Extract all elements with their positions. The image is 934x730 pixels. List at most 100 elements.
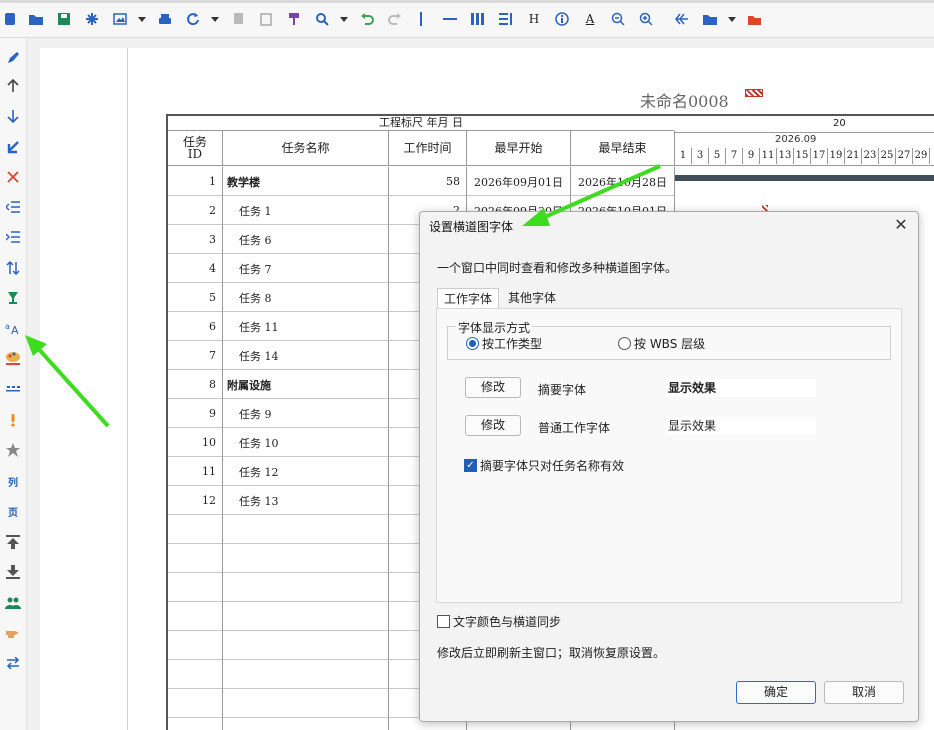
ok-button[interactable]: 确定 [736, 681, 816, 704]
summary-task-bar[interactable] [675, 175, 934, 181]
task-name-cell: 任务 9 [223, 399, 389, 428]
zoom-in-icon[interactable] [638, 10, 654, 28]
hand-point-icon[interactable] [3, 623, 23, 643]
normal-font-preview: 显示效果 [666, 417, 816, 435]
people-icon[interactable] [3, 593, 23, 613]
dropdown-arrow-icon[interactable] [339, 10, 349, 28]
go-to-icon[interactable] [674, 10, 690, 28]
dots-icon[interactable] [3, 379, 23, 399]
timescale-day: 19 [828, 148, 845, 164]
import-icon[interactable] [3, 137, 23, 157]
normal-font-label: 普通工作字体 [538, 421, 611, 435]
asterisk-icon[interactable] [84, 10, 100, 28]
page-text[interactable]: 页 [3, 501, 23, 521]
tab-other-font[interactable]: 其他字体 [502, 288, 562, 308]
modify-summary-font-button[interactable]: 修改 [465, 377, 521, 398]
task-id-cell: 2 [168, 196, 223, 225]
undo-icon[interactable] [359, 10, 375, 28]
open-folder-icon[interactable] [28, 10, 44, 28]
task-id-cell: 9 [168, 399, 223, 428]
timescale-day: 7 [726, 148, 743, 164]
task-id-cell [168, 515, 223, 544]
columns-icon[interactable] [470, 10, 486, 28]
folder-icon[interactable] [702, 10, 718, 28]
task-name-cell: 任务 11 [223, 312, 389, 341]
trophy-icon[interactable] [3, 288, 23, 308]
palette-icon[interactable] [3, 348, 23, 368]
exclamation-icon[interactable] [3, 410, 23, 430]
column-text[interactable]: 列 [3, 471, 23, 491]
task-id-cell: 7 [168, 341, 223, 370]
dropdown-arrow-icon[interactable] [137, 10, 147, 28]
task-id-cell [168, 718, 223, 730]
col-header-name[interactable]: 任务名称 [223, 131, 389, 166]
font-display-groupbox: 字体显示方式 按工作类型 按 WBS 层级 [447, 319, 891, 360]
info-icon[interactable] [554, 10, 570, 28]
task-id-cell: 12 [168, 486, 223, 515]
task-id-cell: 11 [168, 457, 223, 486]
dialog-hint: 修改后立即刷新主窗口；取消恢复原设置。 [437, 646, 666, 660]
delete-icon[interactable] [3, 167, 23, 187]
image-export-icon[interactable] [112, 10, 128, 28]
indent-icon[interactable] [3, 227, 23, 247]
svg-text:A: A [11, 324, 19, 335]
text-color-icon[interactable]: A [582, 10, 598, 28]
col-header-start[interactable]: 最早开始 [467, 131, 571, 166]
tab-panel: 字体显示方式 按工作类型 按 WBS 层级 修改 摘要字体 显示效果 修改 普通… [436, 308, 902, 603]
minus-icon[interactable] [442, 10, 458, 28]
summary-name-only-checkbox[interactable]: ✓ 摘要字体只对任务名称有效 [464, 457, 624, 474]
ruler-label: 工程标尺 年月 日 [168, 116, 674, 131]
close-icon[interactable]: ✕ [892, 216, 910, 234]
dropdown-arrow-icon[interactable] [727, 10, 737, 28]
col-header-id[interactable]: 任务 ID [168, 131, 223, 166]
timescale-day: 13 [777, 148, 794, 164]
modify-normal-font-button[interactable]: 修改 [465, 415, 521, 436]
tab-work-font[interactable]: 工作字体 [437, 288, 500, 308]
arrow-down-icon[interactable] [3, 106, 23, 126]
pencil-icon[interactable] [3, 48, 23, 68]
font-style-icon[interactable]: aA [3, 318, 23, 338]
filter-list-icon[interactable] [498, 10, 514, 28]
print-icon[interactable] [157, 10, 173, 28]
col-header-work[interactable]: 工作时间 [389, 131, 467, 166]
app-window: H A aA 列 页 未命名0008 工程标尺 年月 日 任务 ID 任务名称 … [0, 0, 934, 730]
timescale-day: 1 [930, 148, 934, 164]
heading-icon[interactable]: H [526, 10, 542, 28]
format-brush-icon[interactable] [286, 10, 302, 28]
swap-icon[interactable] [3, 653, 23, 673]
sort-icon[interactable] [3, 258, 23, 278]
task-name-cell: 任务 8 [223, 283, 389, 312]
move-top-icon[interactable] [3, 532, 23, 552]
app-icon[interactable] [746, 10, 762, 28]
star-icon[interactable] [3, 440, 23, 460]
radio-by-work-type[interactable]: 按工作类型 [466, 335, 542, 352]
new-file-icon[interactable] [3, 10, 17, 28]
text-color-sync-checkbox[interactable]: 文字颜色与横道同步 [437, 613, 561, 630]
task-bar[interactable] [745, 89, 763, 97]
dropdown-arrow-icon[interactable] [210, 10, 220, 28]
task-id-cell: 3 [168, 225, 223, 254]
task-name-cell: 任务 10 [223, 428, 389, 457]
table-row[interactable]: 1 教学楼 58 2026年09月01日 2026年10月28日 [168, 167, 675, 196]
radio-by-wbs[interactable]: 按 WBS 层级 [618, 335, 705, 352]
dialog-title: 设置横道图字体 [429, 220, 514, 234]
search-icon[interactable] [314, 10, 330, 28]
task-id-cell: 1 [168, 167, 223, 196]
move-bottom-icon[interactable] [3, 562, 23, 582]
timescale-header: 20 2026.09 13579111315171921232527291 [675, 116, 934, 166]
paste-icon[interactable] [258, 10, 274, 28]
cancel-button[interactable]: 取消 [824, 681, 904, 704]
checkbox-checked-icon: ✓ [464, 459, 477, 472]
outdent-icon[interactable] [3, 197, 23, 217]
save-icon[interactable] [56, 10, 72, 28]
group-label: 字体显示方式 [456, 319, 533, 336]
zoom-out-icon[interactable] [610, 10, 626, 28]
refresh-icon[interactable] [185, 10, 201, 28]
arrow-up-icon[interactable] [3, 76, 23, 96]
task-id-cell [168, 689, 223, 718]
task-name-cell [223, 660, 389, 689]
task-id-cell [168, 660, 223, 689]
copy-icon[interactable] [230, 10, 246, 28]
col-header-end[interactable]: 最早结束 [571, 131, 675, 166]
redo-icon[interactable] [387, 10, 403, 28]
